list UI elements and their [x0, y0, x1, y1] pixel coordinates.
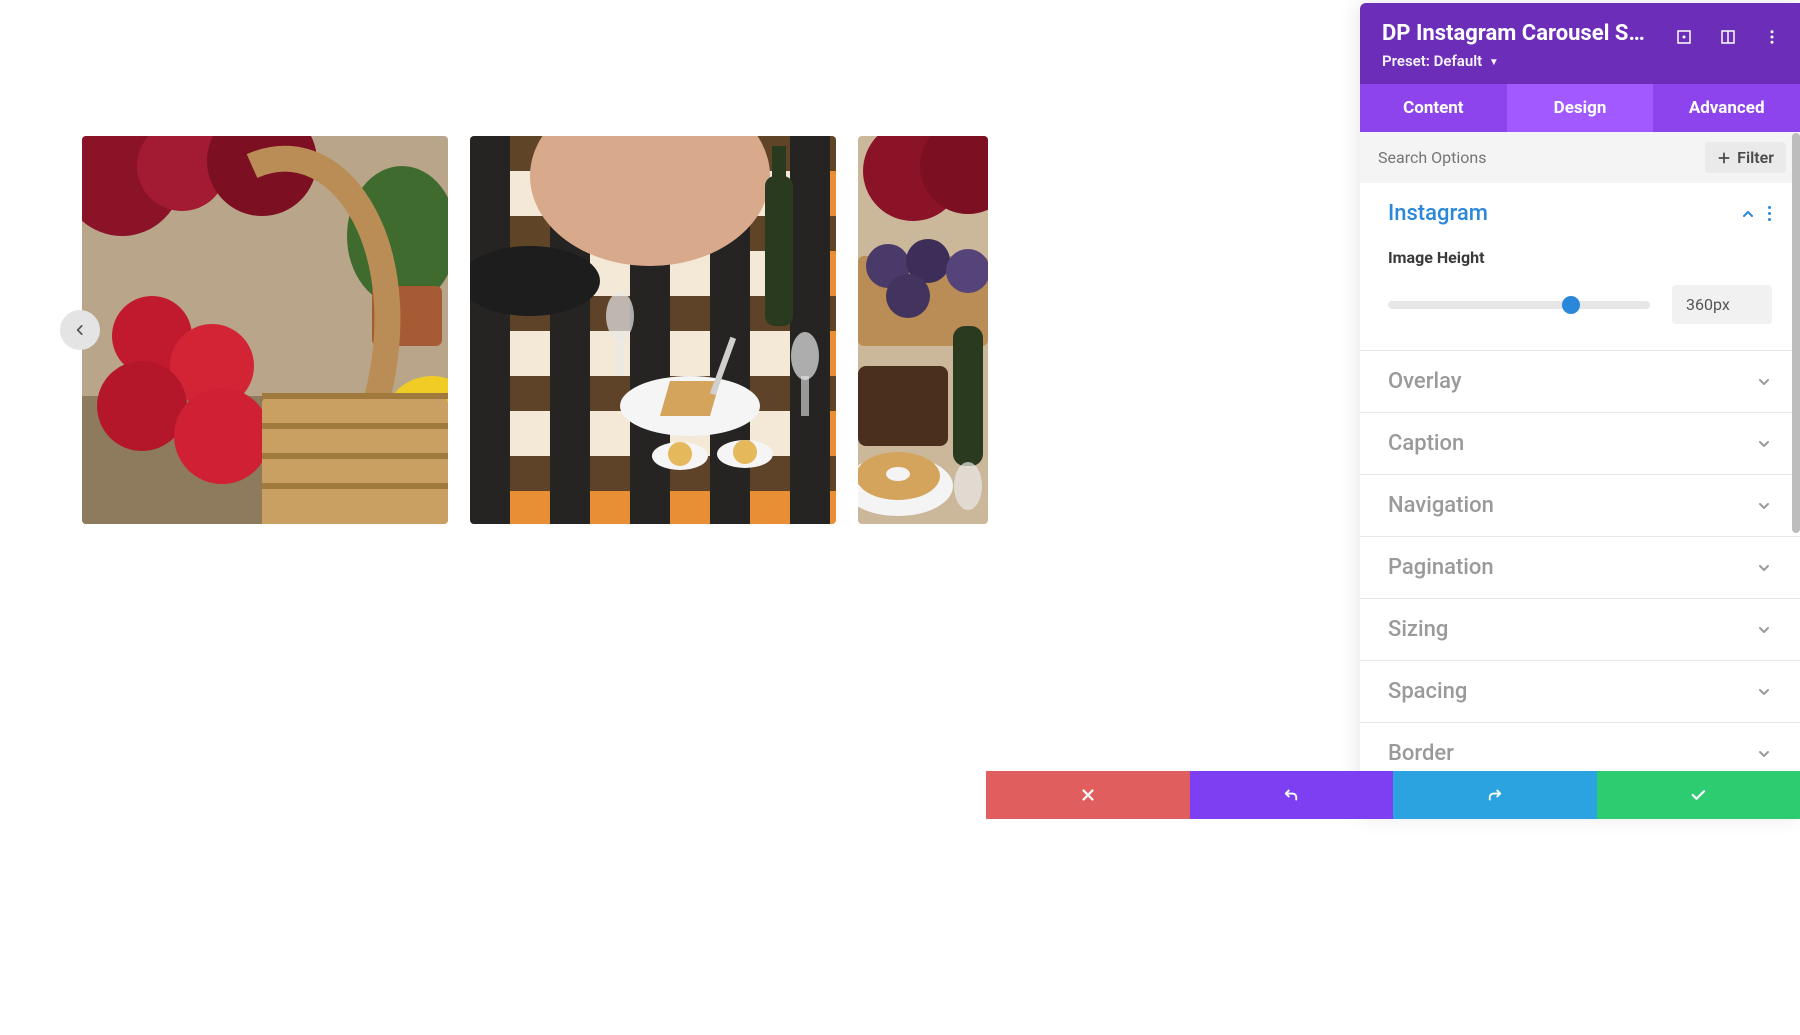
section-header[interactable]: Instagram: [1360, 183, 1800, 244]
plus-icon: [1717, 151, 1731, 165]
check-icon: [1689, 786, 1707, 804]
close-button[interactable]: [986, 771, 1190, 819]
tab-advanced[interactable]: Advanced: [1653, 84, 1800, 132]
section-instagram: Instagram Image Height 360px: [1360, 183, 1800, 351]
search-input[interactable]: [1378, 148, 1705, 167]
section-more-icon[interactable]: [1768, 206, 1772, 221]
redo-button[interactable]: [1393, 771, 1597, 819]
image-height-slider: 360px: [1388, 285, 1772, 324]
carousel-slide[interactable]: [858, 136, 988, 524]
section-overlay: Overlay: [1360, 351, 1800, 413]
section-header[interactable]: Pagination: [1360, 537, 1800, 598]
chevron-down-icon: [1756, 684, 1772, 700]
search-row: Filter: [1360, 132, 1800, 183]
undo-icon: [1282, 786, 1300, 804]
scrollbar[interactable]: [1792, 133, 1800, 533]
chevron-up-icon: [1740, 206, 1756, 222]
section-caption: Caption: [1360, 413, 1800, 475]
chevron-left-icon: [73, 323, 87, 337]
caret-down-icon: ▼: [1489, 57, 1499, 68]
slider-value-input[interactable]: 360px: [1672, 285, 1772, 324]
section-header[interactable]: Spacing: [1360, 661, 1800, 722]
more-icon[interactable]: [1762, 27, 1782, 47]
chevron-down-icon: [1756, 746, 1772, 762]
tabs: Content Design Advanced: [1360, 84, 1800, 132]
tab-design[interactable]: Design: [1507, 84, 1654, 132]
field-label: Image Height: [1388, 248, 1772, 267]
section-header[interactable]: Overlay: [1360, 351, 1800, 412]
panel-footer: [986, 771, 1800, 819]
chevron-down-icon: [1756, 560, 1772, 576]
section-header[interactable]: Navigation: [1360, 475, 1800, 536]
section-header[interactable]: Sizing: [1360, 599, 1800, 660]
chevron-down-icon: [1756, 374, 1772, 390]
section-navigation: Navigation: [1360, 475, 1800, 537]
slider-thumb[interactable]: [1562, 296, 1580, 314]
carousel-prev-button[interactable]: [60, 310, 100, 350]
columns-icon[interactable]: [1718, 27, 1738, 47]
close-icon: [1079, 786, 1097, 804]
section-spacing: Spacing: [1360, 661, 1800, 723]
chevron-down-icon: [1756, 498, 1772, 514]
section-header[interactable]: Caption: [1360, 413, 1800, 474]
section-sizing: Sizing: [1360, 599, 1800, 661]
redo-icon: [1486, 786, 1504, 804]
expand-icon[interactable]: [1674, 27, 1694, 47]
save-button[interactable]: [1597, 771, 1800, 819]
panel-title: DP Instagram Carousel Setti...: [1382, 21, 1652, 46]
carousel-slide[interactable]: [82, 136, 448, 524]
panel-header: DP Instagram Carousel Setti... Preset: D…: [1360, 3, 1800, 84]
undo-button[interactable]: [1190, 771, 1394, 819]
section-pagination: Pagination: [1360, 537, 1800, 599]
chevron-down-icon: [1756, 622, 1772, 638]
settings-panel: DP Instagram Carousel Setti... Preset: D…: [1360, 3, 1800, 817]
filter-button[interactable]: Filter: [1705, 142, 1786, 173]
slider-track[interactable]: [1388, 301, 1650, 309]
chevron-down-icon: [1756, 436, 1772, 452]
preset-selector[interactable]: Preset: Default ▼: [1382, 52, 1778, 70]
carousel-slide[interactable]: [470, 136, 836, 524]
tab-content[interactable]: Content: [1360, 84, 1507, 132]
